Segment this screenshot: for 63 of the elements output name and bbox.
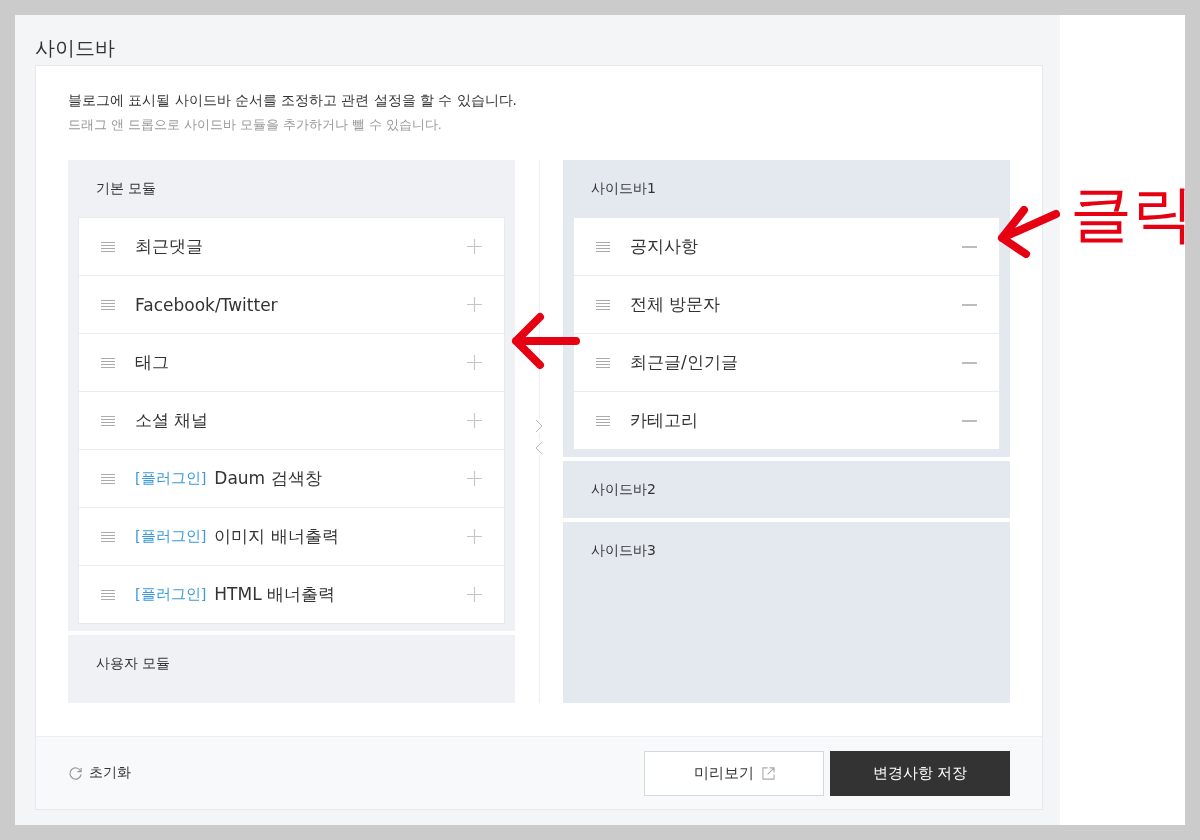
refresh-icon	[68, 765, 83, 781]
group-title[interactable]: 사이드바2	[563, 461, 1010, 518]
module-name: 이미지 배너출력	[214, 525, 340, 548]
module-name: Daum 검색창	[214, 467, 323, 490]
add-icon[interactable]	[467, 239, 482, 254]
add-icon[interactable]	[467, 529, 482, 544]
remove-icon[interactable]	[962, 303, 977, 306]
drag-handle-icon[interactable]	[596, 357, 610, 368]
drag-handle-icon[interactable]	[101, 357, 115, 368]
remove-icon[interactable]	[962, 245, 977, 248]
plugin-tag: [플러그인]	[135, 527, 207, 546]
module-name: 전체 방문자	[630, 293, 722, 316]
add-icon[interactable]	[467, 297, 482, 312]
module-name: HTML 배너출력	[214, 583, 337, 606]
arrow-annotation-icon	[510, 311, 580, 371]
description: 블로그에 표시될 사이드바 순서를 조정하고 관련 설정을 할 수 있습니다.	[68, 92, 518, 110]
hint-text: 드래그 앤 드롭으로 사이드바 모듈을 추가하거나 뺄 수 있습니다.	[68, 117, 443, 134]
module-name: 최근댓글	[135, 235, 204, 258]
module-item[interactable]: 공지사항	[574, 218, 999, 275]
add-icon[interactable]	[467, 355, 482, 370]
module-item[interactable]: [플러그인] Daum 검색창	[79, 449, 504, 507]
module-item[interactable]: [플러그인] 이미지 배너출력	[79, 507, 504, 565]
reset-button[interactable]: 초기화	[68, 764, 131, 782]
remove-icon[interactable]	[962, 419, 977, 422]
drag-handle-icon[interactable]	[596, 415, 610, 426]
add-icon[interactable]	[467, 413, 482, 428]
plugin-tag: [플러그인]	[135, 469, 207, 488]
group-title[interactable]: 기본 모듈	[68, 160, 515, 217]
drag-handle-icon[interactable]	[596, 299, 610, 310]
group-title[interactable]: 사이드바3	[563, 522, 1010, 579]
drag-handle-icon[interactable]	[101, 531, 115, 542]
drag-handle-icon[interactable]	[101, 241, 115, 252]
page-title: 사이드바	[35, 35, 116, 62]
module-name: 최근글/인기글	[630, 351, 739, 374]
drag-handle-icon[interactable]	[101, 415, 115, 426]
module-name: 소셜 채널	[135, 409, 210, 432]
module-name: Facebook/Twitter	[135, 294, 279, 315]
module-name: 태그	[135, 351, 170, 374]
module-item[interactable]: 카테고리	[574, 391, 999, 449]
plugin-tag: [플러그인]	[135, 585, 207, 604]
annotation-text: 클릭	[1070, 176, 1194, 252]
module-item[interactable]: 최근댓글	[79, 218, 504, 275]
arrow-annotation-icon	[996, 206, 1060, 258]
module-item[interactable]: 전체 방문자	[574, 275, 999, 333]
preview-button[interactable]: 미리보기	[644, 750, 824, 796]
save-button[interactable]: 변경사항 저장	[830, 750, 1010, 796]
add-icon[interactable]	[467, 471, 482, 486]
group-title[interactable]: 사용자 모듈	[68, 635, 515, 692]
module-item[interactable]: [플러그인] HTML 배너출력	[79, 565, 504, 623]
module-item[interactable]: 소셜 채널	[79, 391, 504, 449]
module-item[interactable]: Facebook/Twitter	[79, 275, 504, 333]
group-title[interactable]: 사이드바1	[563, 160, 1010, 217]
drag-handle-icon[interactable]	[101, 473, 115, 484]
remove-icon[interactable]	[962, 361, 977, 364]
module-item[interactable]: 최근글/인기글	[574, 333, 999, 391]
drag-handle-icon[interactable]	[596, 241, 610, 252]
module-item[interactable]: 태그	[79, 333, 504, 391]
drag-handle-icon[interactable]	[101, 299, 115, 310]
external-link-icon	[761, 766, 775, 780]
module-name: 카테고리	[630, 409, 699, 432]
module-name: 공지사항	[630, 235, 699, 258]
drag-handle-icon[interactable]	[101, 589, 115, 600]
add-icon[interactable]	[467, 587, 482, 602]
